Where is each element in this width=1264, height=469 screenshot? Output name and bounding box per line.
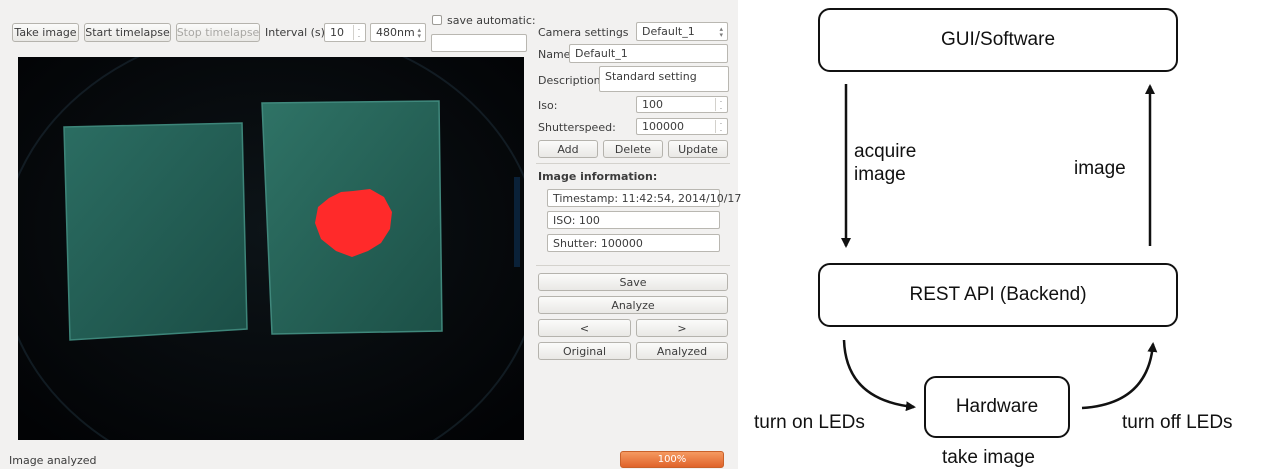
turn-off-arrow (1081, 342, 1158, 410)
shutterspeed-value: 100000 (642, 120, 684, 133)
take-image-button[interactable]: Take image (12, 23, 79, 42)
left-gel (63, 122, 248, 341)
turn-off-leds-label: turn off LEDs (1122, 412, 1233, 433)
iso-value: 100 (642, 98, 663, 111)
iso-info-field: ISO: 100 (547, 211, 720, 229)
iso-stepper-icon[interactable]: -- (715, 98, 726, 112)
save-button[interactable]: Save (538, 273, 728, 291)
interval-value: 10 (330, 26, 344, 39)
shutterspeed-label: Shutterspeed: (538, 121, 616, 134)
architecture-diagram: GUI/Software REST API (Backend) Hardware… (738, 0, 1264, 469)
interval-spinbox[interactable]: 10 -- (324, 23, 366, 42)
acquire-line-1: acquire (854, 141, 917, 162)
divider (536, 163, 730, 164)
chevron-updown-icon: ▴ ▾ (719, 24, 723, 39)
acquire-label: acquire image (854, 140, 916, 186)
turn-on-arrow (842, 339, 916, 412)
description-input[interactable]: Standard setting (599, 66, 729, 92)
turn-on-leds-label: turn on LEDs (754, 412, 865, 433)
shutterspeed-spinbox[interactable]: 100000 -- (636, 118, 728, 135)
previous-button[interactable]: < (538, 319, 631, 337)
camera-app-window: Take image Start timelapse Stop timelaps… (0, 0, 741, 469)
wavelength-select[interactable]: 480nm ▴ ▾ (370, 23, 426, 42)
original-button[interactable]: Original (538, 342, 631, 360)
gui-software-box: GUI/Software (818, 8, 1178, 72)
hardware-box: Hardware (924, 376, 1070, 438)
interval-stepper-icon[interactable]: -- (353, 25, 364, 40)
stop-timelapse-button[interactable]: Stop timelapse (176, 23, 260, 42)
delete-button[interactable]: Delete (603, 140, 663, 158)
divider (536, 265, 730, 266)
iso-spinbox[interactable]: 100 -- (636, 96, 728, 113)
analyze-button[interactable]: Analyze (538, 296, 728, 314)
progress-bar: 100% (620, 451, 724, 468)
camera-preset-select[interactable]: Default_1 ▴ ▾ (636, 22, 728, 41)
next-button[interactable]: > (636, 319, 728, 337)
description-label: Description: (538, 74, 605, 87)
progress-text: 100% (657, 454, 687, 465)
wavelength-value: 480nm (376, 26, 415, 39)
acquire-line-2: image (854, 164, 906, 185)
save-automatic-input[interactable] (431, 34, 527, 52)
rest-api-label: REST API (Backend) (909, 284, 1087, 305)
start-timelapse-button[interactable]: Start timelapse (84, 23, 171, 42)
shutterspeed-stepper-icon[interactable]: -- (715, 120, 726, 134)
chevron-updown-icon: ▴ ▾ (417, 25, 421, 40)
save-automatic-checkbox[interactable] (432, 15, 442, 25)
rest-api-box: REST API (Backend) (818, 263, 1178, 327)
image-label: image (1074, 158, 1126, 179)
take-image-label: take image (942, 447, 1035, 468)
name-input[interactable]: Default_1 (569, 44, 728, 63)
add-button[interactable]: Add (538, 140, 598, 158)
camera-preset-value: Default_1 (642, 25, 695, 38)
camera-image (18, 57, 524, 440)
interval-label: Interval (s) (265, 26, 325, 39)
save-automatic-label: save automatic: (447, 14, 536, 27)
gui-software-label: GUI/Software (940, 29, 1056, 50)
timestamp-field: Timestamp: 11:42:54, 2014/10/17 (547, 189, 741, 207)
camera-image-view (18, 57, 524, 440)
analyzed-button[interactable]: Analyzed (636, 342, 728, 360)
status-message: Image analyzed (9, 454, 97, 467)
camera-settings-label: Camera settings (538, 26, 629, 39)
hardware-label: Hardware (955, 396, 1039, 417)
update-button[interactable]: Update (668, 140, 728, 158)
image-information-heading: Image information: (538, 170, 658, 183)
shutter-info-field: Shutter: 100000 (547, 234, 720, 252)
iso-label: Iso: (538, 99, 558, 112)
